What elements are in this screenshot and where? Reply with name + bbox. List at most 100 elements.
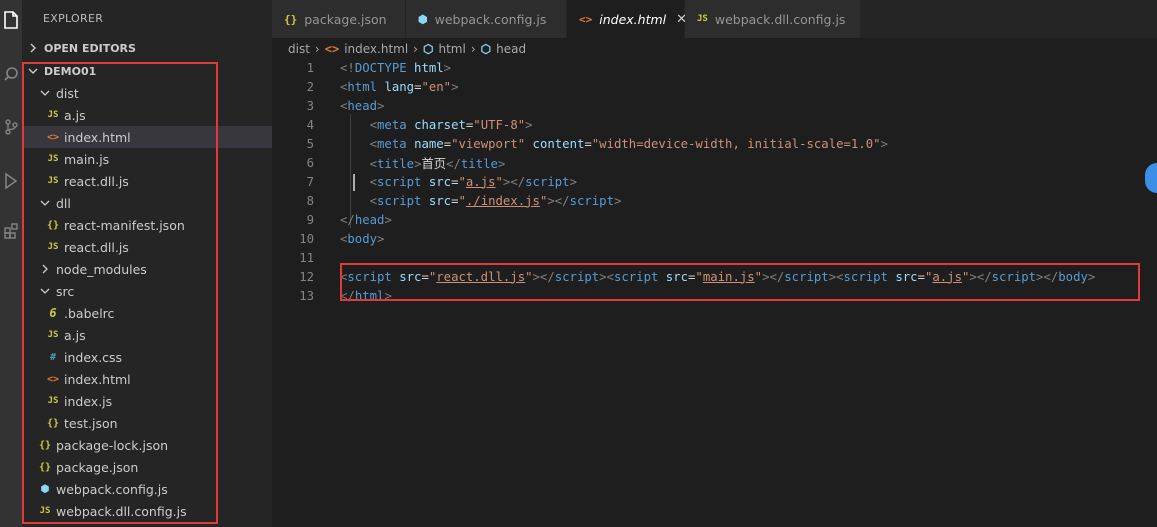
line-number: 2 <box>306 79 314 94</box>
tree-item[interactable]: JS index.js <box>22 390 296 412</box>
symbol-icon: ⬡ <box>422 42 434 56</box>
open-editors-section[interactable]: OPEN EDITORS <box>28 37 136 59</box>
tree-item[interactable]: ⬢ webpack.config.js <box>22 478 288 500</box>
extensions-icon[interactable] <box>0 222 22 240</box>
code-token: body <box>347 231 378 246</box>
breadcrumb-item[interactable]: dist <box>288 42 310 56</box>
tree-item[interactable]: JS main.js <box>22 148 296 170</box>
line-number: 13 <box>299 288 314 303</box>
code-token: > <box>525 117 533 132</box>
line-number: 1 <box>306 60 314 75</box>
tree-item[interactable]: <> index.html <box>22 368 296 390</box>
chevron-right-icon <box>40 264 50 274</box>
line-source: </head> <box>340 213 392 227</box>
open-editors-label: OPEN EDITORS <box>44 41 136 55</box>
tree-item[interactable]: JS a.js <box>22 324 296 346</box>
tree-item-label: dll <box>56 195 71 211</box>
project-section[interactable]: DEMO01 <box>28 60 96 82</box>
code-token: = <box>917 269 925 284</box>
code-token: </ <box>340 288 355 303</box>
code-token: name <box>414 136 444 151</box>
code-line: 9 </head> <box>272 210 1157 229</box>
babel-file-icon: 6 <box>49 306 57 320</box>
code-token: "en" <box>421 79 452 94</box>
code-line: 7 <script src="a.js"></script> <box>272 172 1157 191</box>
tree-item[interactable]: dll <box>22 192 290 214</box>
tab-label: webpack.config.js <box>434 11 547 27</box>
code-token: src <box>428 193 452 208</box>
code-token: > <box>384 212 392 227</box>
code-token: src <box>895 269 918 284</box>
code-token: ./index.js <box>465 193 540 208</box>
tree-item-label: src <box>56 283 75 299</box>
tree-item-label: package.json <box>56 459 139 475</box>
tree-item[interactable]: node_modules <box>22 258 290 280</box>
code-token: </ <box>340 212 355 227</box>
code-token: </ <box>976 269 992 284</box>
editor-tab[interactable]: JS webpack.dll.config.js <box>685 0 861 38</box>
code-token: body <box>1058 269 1088 284</box>
code-token: meta <box>377 136 407 151</box>
tab-label: webpack.dll.config.js <box>714 11 846 27</box>
code-token: " <box>458 193 466 208</box>
tree-item[interactable]: {} package-lock.json <box>22 434 288 456</box>
code-token: script <box>613 269 659 284</box>
tree-item[interactable]: JS react.dll.js <box>22 236 296 258</box>
scroll-indicator[interactable] <box>1145 163 1157 193</box>
tree-item[interactable]: {} package.json <box>22 456 288 478</box>
tree-item-label: react-manifest.json <box>64 217 185 233</box>
chevron-right-icon: › <box>413 42 418 56</box>
code-token: </ <box>769 269 785 284</box>
tree-item[interactable]: JS react.dll.js <box>22 170 296 192</box>
tree-item[interactable]: {} react-manifest.json <box>22 214 296 236</box>
code-token: script <box>377 193 422 208</box>
tree-item[interactable]: # index.css <box>22 346 296 368</box>
js-file-icon: JS <box>47 242 59 252</box>
editor-tab[interactable]: ⬢ webpack.config.js <box>406 0 567 38</box>
editor-tab[interactable]: <> index.html ✕ <box>567 0 687 38</box>
files-icon[interactable] <box>0 10 22 30</box>
json-file-icon: {} <box>284 12 298 26</box>
line-number: 10 <box>299 231 314 246</box>
breadcrumb-item[interactable]: index.html <box>344 42 408 56</box>
tree-item[interactable]: src <box>22 280 290 302</box>
tree-item[interactable]: JS a.js <box>22 104 296 126</box>
breadcrumb-item[interactable]: html <box>438 42 465 56</box>
json-file-icon: {} <box>38 461 52 473</box>
source-control-icon[interactable] <box>0 118 22 136</box>
tree-item[interactable]: JS webpack.dll.config.js <box>22 500 288 522</box>
tree-item[interactable]: 6 .babelrc <box>22 302 296 324</box>
breadcrumb-item[interactable]: head <box>496 42 526 56</box>
line-source: <script src="a.js"></script> <box>340 175 577 189</box>
line-source: <!DOCTYPE html> <box>340 61 451 75</box>
tree-item-label: a.js <box>64 327 86 343</box>
code-token: > <box>599 269 607 284</box>
js-file-icon: JS <box>47 110 59 120</box>
code-line: 12 <script src="react.dll.js"></script><s… <box>272 267 1157 286</box>
json-file-icon: {} <box>38 439 52 451</box>
search-icon[interactable] <box>0 66 22 82</box>
activity-bar <box>0 0 22 527</box>
tree-item-label: a.js <box>64 107 86 123</box>
code-token: " <box>754 269 763 284</box>
code-token: script <box>991 269 1037 284</box>
symbol-icon: ⬡ <box>480 42 492 56</box>
code-token: > <box>969 269 977 284</box>
tree-item[interactable]: {} test.json <box>22 412 296 434</box>
code-token: > <box>384 288 392 303</box>
chevron-down-icon <box>40 88 50 98</box>
code-line: 8 <script src="./index.js"></script> <box>272 191 1157 210</box>
editor-tab[interactable]: {} package.json <box>272 0 406 38</box>
code-token: < <box>369 193 378 208</box>
code-token: DOCTYPE <box>354 60 407 75</box>
tree-item[interactable]: <> index.html <box>22 126 296 148</box>
code-token: html <box>414 60 444 75</box>
line-source: </html> <box>340 289 392 303</box>
code-token: <! <box>340 60 355 75</box>
tree-item[interactable]: dist <box>22 82 290 104</box>
run-debug-icon[interactable] <box>0 172 22 190</box>
tree-item-label: package-lock.json <box>56 437 169 453</box>
